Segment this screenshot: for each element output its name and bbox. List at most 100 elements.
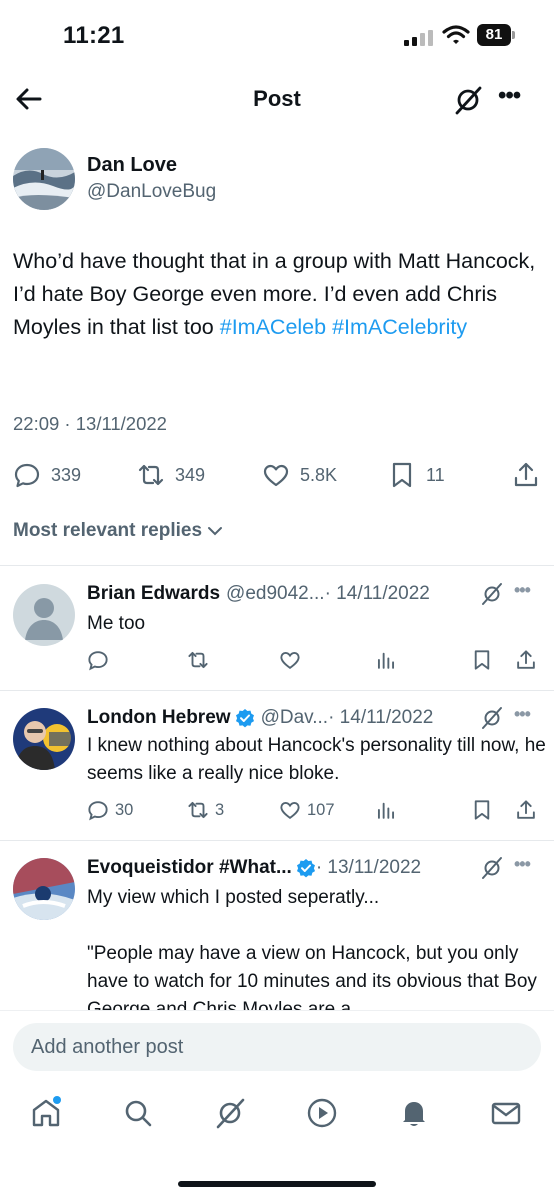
hashtag-link[interactable]: #ImACeleb bbox=[220, 315, 326, 339]
reply-item[interactable]: London Hebrew @Dav... · 14/11/2022 ••• I… bbox=[0, 704, 554, 839]
reply-author-name[interactable]: Evoqueistidor #What... bbox=[87, 857, 292, 879]
reply-composer-input[interactable]: Add another post bbox=[13, 1023, 541, 1071]
grok-icon[interactable] bbox=[480, 856, 504, 880]
reply-author-name[interactable]: Brian Edwards bbox=[87, 583, 220, 605]
share-icon bbox=[517, 650, 535, 669]
divider bbox=[0, 840, 554, 841]
repost-button[interactable] bbox=[187, 645, 215, 675]
reply-actions: 30 3 107 bbox=[87, 795, 547, 825]
reply-author-handle[interactable]: @Dav... bbox=[261, 707, 329, 729]
views-icon bbox=[377, 652, 395, 669]
reply-icon bbox=[14, 463, 40, 488]
author-name[interactable]: Dan Love bbox=[87, 154, 177, 177]
reply-count: 30 bbox=[115, 800, 134, 819]
reply-header: Brian Edwards @ed9042... · 14/11/2022 bbox=[87, 580, 547, 608]
tab-messages[interactable] bbox=[489, 1096, 523, 1130]
tab-notifications[interactable] bbox=[397, 1096, 431, 1130]
like-button[interactable]: 107 bbox=[279, 795, 335, 825]
share-button[interactable] bbox=[512, 455, 550, 495]
wifi-icon bbox=[442, 25, 470, 44]
tab-grok[interactable] bbox=[213, 1096, 247, 1130]
reply-item[interactable]: Evoqueistidor #What... · 13/11/2022 ••• … bbox=[0, 854, 554, 1010]
search-icon bbox=[125, 1100, 152, 1127]
like-button[interactable]: 5.8K bbox=[262, 455, 337, 495]
share-button[interactable] bbox=[515, 795, 543, 825]
battery-indicator: 81 bbox=[477, 24, 515, 46]
avatar-surf-image bbox=[13, 148, 75, 210]
author-avatar[interactable] bbox=[13, 148, 75, 210]
reply-date: · 13/11/2022 bbox=[315, 857, 422, 878]
reply-more-button[interactable]: ••• bbox=[514, 580, 542, 604]
replies-sort-dropdown[interactable]: Most relevant replies bbox=[13, 520, 224, 542]
reply-author-handle[interactable]: @ed9042... bbox=[226, 583, 325, 605]
reply-date: · 14/11/2022 bbox=[328, 707, 434, 728]
reply-more-button[interactable]: ••• bbox=[514, 704, 542, 728]
share-icon bbox=[514, 462, 538, 487]
repost-button[interactable]: 349 bbox=[137, 455, 205, 495]
replies-sort-label: Most relevant replies bbox=[13, 520, 203, 541]
divider bbox=[0, 690, 554, 691]
like-button[interactable] bbox=[279, 645, 307, 675]
reply-header: London Hebrew @Dav... · 14/11/2022 bbox=[87, 704, 547, 732]
grok-icon bbox=[216, 1098, 245, 1129]
avatar[interactable] bbox=[13, 708, 75, 770]
default-avatar-icon bbox=[13, 584, 75, 646]
bookmark-button[interactable]: 11 bbox=[388, 455, 445, 495]
reply-item[interactable]: Brian Edwards @ed9042... · 14/11/2022 ••… bbox=[0, 580, 554, 690]
divider bbox=[0, 565, 554, 566]
tab-video[interactable] bbox=[305, 1096, 339, 1130]
reply-text: Me too bbox=[87, 613, 146, 634]
views-button[interactable] bbox=[375, 795, 403, 825]
post-timestamp: 22:09 · 13/11/2022 bbox=[13, 413, 167, 434]
reply-button[interactable]: 339 bbox=[13, 455, 81, 495]
reply-author-name[interactable]: London Hebrew bbox=[87, 707, 231, 729]
reply-more-button[interactable]: ••• bbox=[514, 854, 542, 878]
repost-count: 3 bbox=[215, 800, 225, 819]
reply-text: "People may have a view on Hancock, but … bbox=[87, 943, 537, 1010]
reply-count: 339 bbox=[51, 464, 82, 485]
top-nav: Post ••• bbox=[0, 72, 554, 128]
avatar[interactable] bbox=[13, 584, 75, 646]
chevron-down-icon bbox=[208, 527, 223, 536]
grok-icon[interactable] bbox=[452, 84, 484, 116]
grok-icon[interactable] bbox=[480, 582, 504, 606]
repost-icon bbox=[188, 801, 208, 819]
bookmark-icon bbox=[474, 650, 490, 670]
reply-button[interactable] bbox=[87, 645, 115, 675]
post-metrics: 339 349 5.8K 11 bbox=[0, 455, 554, 495]
reply-text: I knew nothing about Hancock's personali… bbox=[87, 735, 546, 784]
hashtag-link[interactable]: #ImACelebrity bbox=[332, 315, 467, 339]
reply-button[interactable]: 30 bbox=[87, 795, 133, 825]
repost-icon bbox=[138, 464, 164, 486]
reply-icon bbox=[88, 651, 108, 671]
share-icon bbox=[517, 800, 535, 819]
share-button[interactable] bbox=[515, 645, 543, 675]
grok-icon[interactable] bbox=[480, 706, 504, 730]
avatar-photo bbox=[13, 708, 75, 770]
repost-count: 349 bbox=[175, 464, 206, 485]
views-icon bbox=[377, 802, 395, 819]
heart-icon bbox=[280, 801, 300, 820]
reply-text: My view which I posted seperatly... bbox=[87, 887, 380, 908]
like-count: 107 bbox=[307, 800, 335, 819]
status-bar: 11:21 81 bbox=[0, 0, 554, 72]
status-time: 11:21 bbox=[63, 22, 125, 49]
reply-actions bbox=[87, 645, 547, 675]
author-handle[interactable]: @DanLoveBug bbox=[87, 181, 216, 203]
bookmark-button[interactable] bbox=[471, 645, 499, 675]
heart-icon bbox=[280, 651, 300, 670]
avatar[interactable] bbox=[13, 858, 75, 920]
bookmark-count: 11 bbox=[426, 464, 445, 485]
like-count: 5.8K bbox=[300, 464, 338, 485]
repost-button[interactable]: 3 bbox=[187, 795, 224, 825]
more-options-button[interactable]: ••• bbox=[498, 84, 528, 112]
bookmark-button[interactable] bbox=[471, 795, 499, 825]
verified-badge-icon bbox=[296, 859, 315, 878]
bookmark-icon bbox=[474, 800, 490, 820]
post-text: Who’d have thought that in a group with … bbox=[13, 245, 543, 344]
views-button[interactable] bbox=[375, 645, 403, 675]
reply-composer-bar: Add another post bbox=[0, 1010, 554, 1084]
reply-header: Evoqueistidor #What... · 13/11/2022 bbox=[87, 854, 547, 882]
battery-tip bbox=[512, 31, 515, 39]
tab-search[interactable] bbox=[121, 1096, 155, 1130]
